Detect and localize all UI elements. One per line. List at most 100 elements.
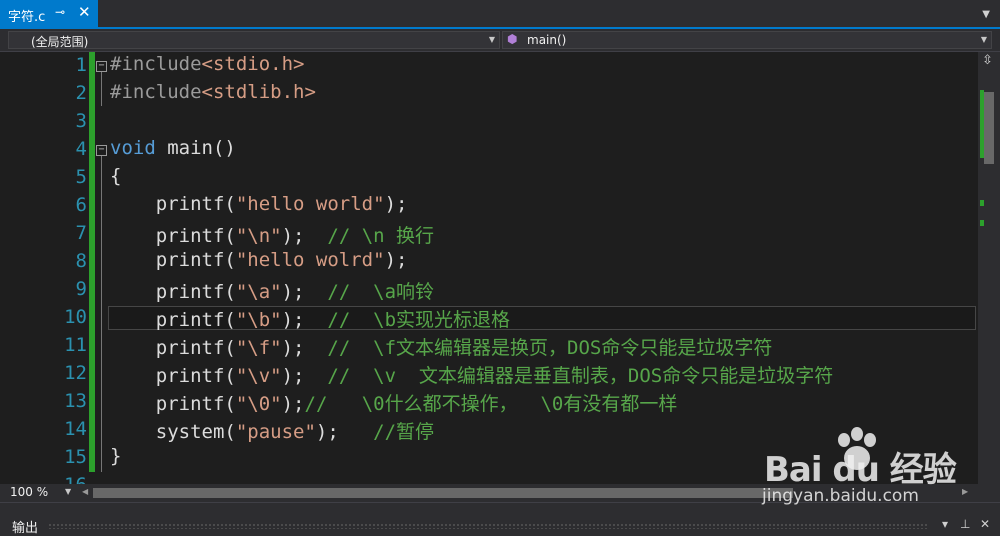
line-number: 2 — [75, 82, 87, 104]
watermark-brand: Bai du 经验 — [764, 450, 957, 490]
code-line-8: 8 printf("hello wolrd"); — [0, 248, 978, 276]
split-icon[interactable]: ⇳ — [982, 53, 993, 68]
line-number: 3 — [75, 110, 87, 132]
code-token: <stdlib.h> — [201, 81, 316, 103]
code-token: "\b" — [235, 309, 282, 331]
code-token: "\v" — [235, 365, 282, 387]
line-number: 7 — [75, 222, 87, 244]
line-number: 14 — [64, 418, 87, 440]
baidu-watermark: Bai du 经验 jingyan.baidu.com — [752, 426, 992, 510]
code-token: ); — [281, 225, 328, 247]
code-line-1: 1 #include<stdio.h> — [0, 52, 978, 80]
chevron-down-icon: ▼ — [65, 487, 72, 496]
line-number: 8 — [75, 250, 87, 272]
code-line-6: 6 printf("hello world"); — [0, 192, 978, 220]
code-token: printf( — [110, 337, 236, 359]
code-line-7: 7 printf("\n"); // \n 换行 — [0, 220, 978, 248]
code-line-11: 11 printf("\f"); // \f文本编辑器是换页，DOS命令只能是垃… — [0, 332, 978, 360]
line-number: 11 — [64, 334, 87, 356]
code-token: { — [110, 165, 122, 187]
line-number: 12 — [64, 362, 87, 384]
line-number: 16 — [0, 474, 87, 484]
chevron-down-icon[interactable]: ▾ — [942, 517, 948, 531]
code-token: "\n" — [235, 225, 282, 247]
code-comment: // \f文本编辑器是换页，DOS命令只能是垃圾字符 — [327, 337, 773, 359]
code-token: ); — [384, 193, 408, 215]
code-token: printf( — [110, 249, 236, 271]
code-token: main() — [155, 137, 236, 159]
code-comment: // \a响铃 — [327, 281, 435, 303]
code-token: printf( — [110, 281, 236, 303]
code-token: printf( — [110, 225, 236, 247]
code-line-10: 10 printf("\b"); // \b实现光标退格 — [0, 304, 978, 332]
pin-icon[interactable]: ⊸ — [55, 5, 65, 19]
zoom-value: 100 % — [10, 485, 49, 499]
code-token: "\f" — [235, 337, 282, 359]
code-token: system( — [110, 421, 236, 443]
code-token: #include — [110, 81, 202, 103]
code-line-5: 5 { — [0, 164, 978, 192]
scope-dropdown[interactable]: (全局范围) ▼ — [8, 31, 500, 49]
code-token: "\a" — [235, 281, 282, 303]
code-token: ); — [281, 393, 305, 415]
navigation-bar: (全局范围) ▼ ⬢ main() ▼ — [0, 29, 1000, 52]
code-line-9: 9 printf("\a"); // \a响铃 — [0, 276, 978, 304]
code-comment: // \v 文本编辑器是垂直制表，DOS命令只能是垃圾字符 — [327, 365, 834, 387]
cube-icon: ⬢ — [507, 32, 518, 46]
code-token: ); — [281, 309, 328, 331]
code-token: ); — [281, 337, 328, 359]
code-token: ); — [281, 281, 328, 303]
line-number: 13 — [64, 390, 87, 412]
line-number: 6 — [75, 194, 87, 216]
function-label: main() — [527, 33, 567, 47]
code-token: printf( — [110, 365, 236, 387]
code-token: ); — [384, 249, 408, 271]
chevron-down-icon: ▼ — [980, 35, 987, 44]
code-line-4: 4 void main() — [0, 136, 978, 164]
close-icon[interactable]: ✕ — [980, 517, 990, 531]
code-line-13: 13 printf("\0");// \0什么都不操作， \0有没有都一样 — [0, 388, 978, 416]
pin-icon[interactable]: ⊥ — [960, 517, 970, 531]
code-token: void — [110, 137, 156, 159]
code-token: "pause" — [235, 421, 316, 443]
code-token: printf( — [110, 309, 236, 331]
code-comment: // \n 换行 — [327, 225, 435, 247]
code-token: } — [110, 445, 122, 467]
document-tab[interactable]: 字符.c ⊸ ✕ — [0, 0, 98, 27]
code-comment: // \b实现光标退格 — [327, 309, 511, 331]
line-number: 1 — [75, 54, 87, 76]
zoom-dropdown[interactable]: 100 % ▼ — [4, 484, 76, 501]
line-number: 15 — [64, 446, 87, 468]
panel-grip — [48, 523, 928, 529]
code-comment: // \0什么都不操作， \0有没有都一样 — [304, 393, 678, 415]
tab-label: 字符.c — [8, 10, 46, 25]
function-dropdown[interactable]: ⬢ main() ▼ — [502, 31, 992, 49]
code-line-3: 3 — [0, 108, 978, 136]
output-panel-title: 输出 — [12, 521, 39, 536]
code-token: #include — [110, 53, 202, 75]
code-token: printf( — [110, 193, 236, 215]
code-token: "hello wolrd" — [235, 249, 385, 271]
tab-bar: 字符.c ⊸ ✕ ▼ — [0, 0, 1000, 28]
line-number: 9 — [75, 278, 87, 300]
scrollbar-thumb[interactable] — [984, 92, 994, 164]
vertical-scrollbar[interactable]: ⇳ — [978, 52, 1000, 484]
change-marker — [980, 200, 984, 206]
code-token: ); — [315, 421, 374, 443]
close-icon[interactable]: ✕ — [78, 3, 91, 21]
code-line-12: 12 printf("\v"); // \v 文本编辑器是垂直制表，DOS命令只… — [0, 360, 978, 388]
horizontal-scrollbar-thumb[interactable] — [93, 488, 793, 498]
scope-label: (全局范围) — [31, 35, 89, 49]
line-number: 10 — [64, 306, 87, 328]
code-comment: //暂停 — [373, 421, 435, 443]
scroll-left-icon[interactable]: ◀ — [82, 487, 88, 496]
line-number: 4 — [75, 138, 87, 160]
chevron-down-icon: ▼ — [488, 35, 495, 44]
code-token: "\0" — [235, 393, 282, 415]
change-marker — [980, 220, 984, 226]
chevron-down-icon[interactable]: ▼ — [982, 9, 990, 20]
code-editor[interactable]: − − 1 #include<stdio.h> 2 #include<stdli… — [0, 52, 978, 484]
watermark-url: jingyan.baidu.com — [762, 486, 919, 506]
code-line-2: 2 #include<stdlib.h> — [0, 80, 978, 108]
code-token: <stdio.h> — [201, 53, 305, 75]
